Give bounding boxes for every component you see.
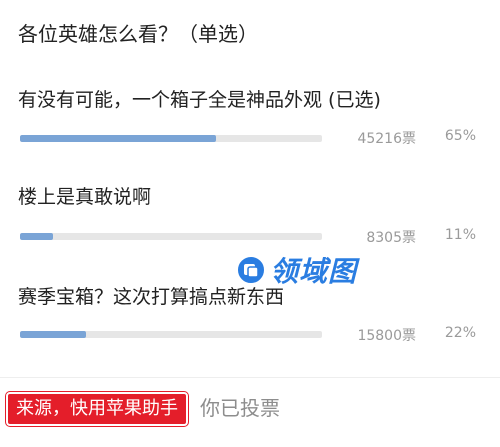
poll-progress-bar: [20, 135, 322, 142]
poll-progress-bar: [20, 331, 322, 338]
poll-percent: 22%: [444, 325, 476, 341]
poll-percent: 11%: [444, 227, 476, 243]
poll-option-label: 有没有可能，一个箱子全是神品外观 (已选): [18, 89, 381, 111]
poll-percent: 65%: [444, 128, 476, 144]
poll-option[interactable]: 赛季宝箱？这次打算搞点新东西 15800票 22%: [0, 283, 500, 373]
poll-title: 各位英雄怎么看？（单选）: [18, 22, 258, 46]
poll-option-label: 楼上是真敢说啊: [18, 186, 152, 208]
footer-divider: [0, 377, 500, 378]
poll-vote-count: 45216票: [357, 131, 416, 147]
poll-option[interactable]: 有没有可能，一个箱子全是神品外观 (已选) 45216票 65%: [0, 86, 500, 176]
poll-vote-count: 8305票: [366, 230, 416, 246]
poll-vote-count: 15800票: [357, 328, 416, 344]
poll-progress-fill: [20, 331, 87, 338]
vote-status-text: 你已投票: [200, 396, 280, 420]
poll-progress-bar: [20, 233, 322, 240]
watermark-text: 领域图: [270, 255, 358, 288]
poll-progress-fill: [20, 233, 54, 240]
watermark: 领域图: [236, 252, 357, 288]
poll-progress-fill: [20, 135, 217, 142]
app-logo-icon: [236, 255, 266, 285]
source-badge: 来源，快用苹果助手: [6, 392, 188, 426]
